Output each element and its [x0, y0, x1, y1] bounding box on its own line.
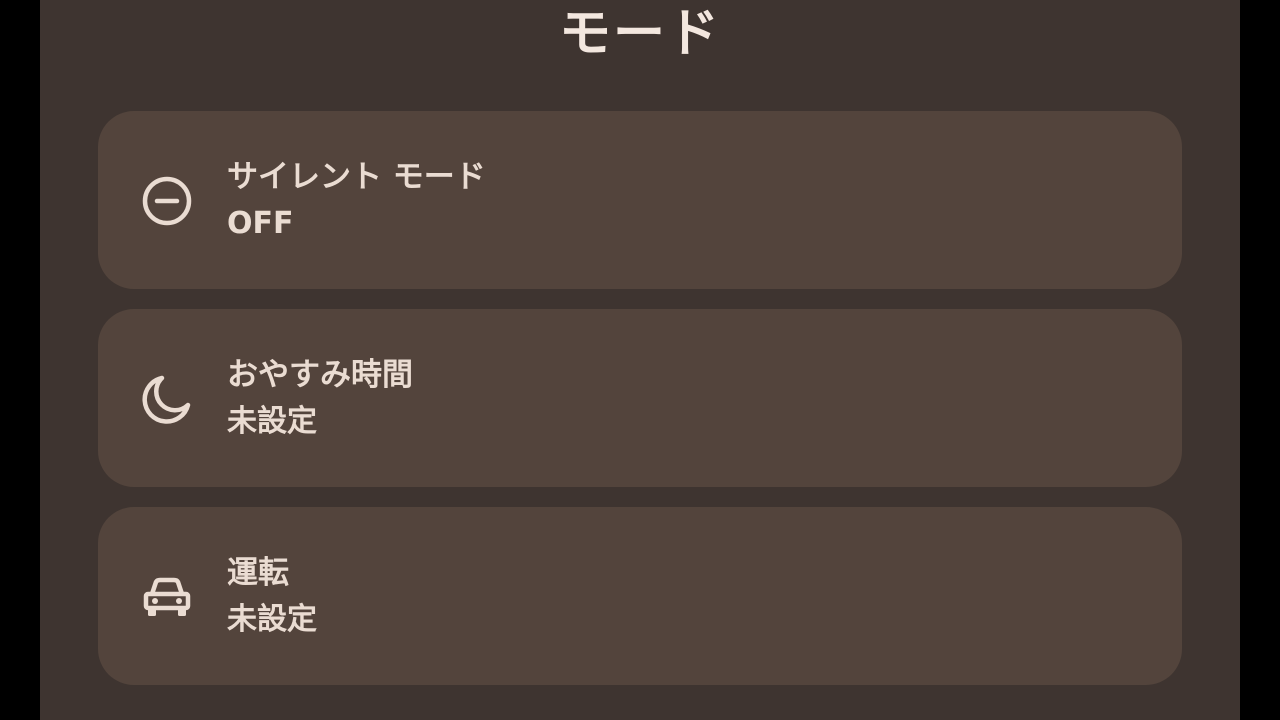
mode-status: 未設定 — [227, 404, 317, 439]
mode-status: 未設定 — [227, 602, 317, 637]
page-title: モード — [558, 4, 721, 64]
car-icon — [140, 570, 194, 624]
modes-screen: モード サイレント モード OFF おやすみ時間 未設定 運転 未設定 — [40, 0, 1240, 720]
mode-title: サイレント モード — [227, 159, 486, 195]
mode-list: サイレント モード OFF おやすみ時間 未設定 運転 未設定 — [98, 111, 1182, 705]
do-not-disturb-icon — [140, 174, 194, 228]
mode-text: サイレント モード OFF — [227, 155, 486, 249]
mode-text: おやすみ時間 未設定 — [227, 353, 413, 447]
moon-icon — [140, 372, 194, 426]
mode-card-driving[interactable]: 運転 未設定 — [98, 507, 1182, 685]
mode-text: 運転 未設定 — [227, 551, 317, 645]
mode-title: おやすみ時間 — [227, 357, 413, 393]
mode-status: OFF — [227, 206, 294, 241]
mode-card-do-not-disturb[interactable]: サイレント モード OFF — [98, 111, 1182, 289]
mode-title: 運転 — [227, 555, 289, 591]
mode-card-bedtime[interactable]: おやすみ時間 未設定 — [98, 309, 1182, 487]
